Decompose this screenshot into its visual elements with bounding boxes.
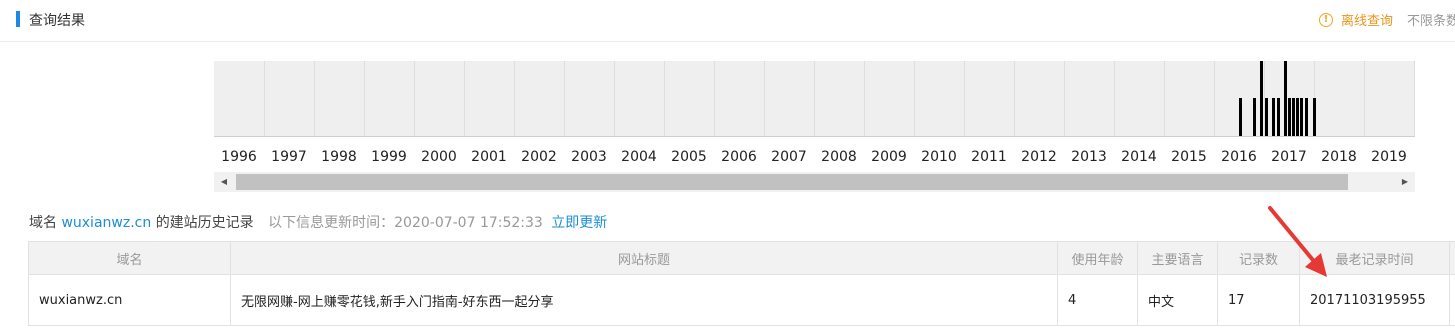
year-label[interactable]: 1997 — [264, 149, 314, 165]
year-label[interactable]: 2008 — [814, 149, 864, 165]
header-extra — [1449, 241, 1455, 275]
cell-language: 中文 — [1137, 274, 1218, 326]
cell-age: 4 — [1057, 274, 1138, 326]
timeline-bar[interactable] — [1253, 98, 1256, 136]
timeline-gridline — [964, 61, 965, 136]
year-label[interactable]: 2018 — [1314, 149, 1364, 165]
timeline-gridline — [264, 61, 265, 136]
year-label[interactable]: 2001 — [464, 149, 514, 165]
table-header-row: 域名 网站标题 使用年龄 主要语言 记录数 最老记录时间 — [28, 241, 1455, 275]
timeline-year-axis: 1996 1997 1998 1999 2000 2001 2002 2003 2004 2005… — [214, 149, 1415, 169]
title-accent-bar — [16, 11, 20, 27]
timeline-gridline — [364, 61, 365, 136]
table-row: wuxianwz.cn 无限网赚-网上赚零花钱,新手入门指南-好东西一起分享 4… — [28, 274, 1455, 326]
header-title: 网站标题 — [230, 241, 1058, 275]
header-age: 使用年龄 — [1057, 241, 1138, 275]
cell-domain: wuxianwz.cn — [28, 274, 231, 326]
results-header: 查询结果 ! 离线查询 不限条数 — [0, 0, 1455, 42]
info-suffix: 的建站历史记录 — [155, 215, 254, 231]
timeline-gridline — [464, 61, 465, 136]
timeline-gridline — [1364, 61, 1365, 136]
timeline-bar[interactable] — [1277, 98, 1280, 136]
timeline-gridline — [764, 61, 765, 136]
domain-link[interactable]: wuxianwz.cn — [61, 215, 151, 231]
year-label[interactable]: 1996 — [214, 149, 264, 165]
timeline-bar[interactable] — [1313, 98, 1316, 136]
timeline-gridline — [1114, 61, 1115, 136]
info-prefix: 域名 — [29, 215, 57, 231]
timeline-gridline — [664, 61, 665, 136]
unlimited-label: 不限条数 — [1407, 14, 1455, 29]
timeline-gridline — [414, 61, 415, 136]
offline-query-label: 离线查询 — [1341, 14, 1394, 29]
year-label[interactable]: 1999 — [364, 149, 414, 165]
warning-icon: ! — [1319, 12, 1333, 27]
timeline-bar[interactable] — [1292, 98, 1295, 136]
year-label[interactable]: 2012 — [1014, 149, 1064, 165]
timeline-gridline — [714, 61, 715, 136]
timeline-bar[interactable] — [1305, 98, 1308, 136]
timeline-gridline — [864, 61, 865, 136]
timeline-gridline — [564, 61, 565, 136]
history-info-line: 域名 wuxianwz.cn 的建站历史记录 以下信息更新时间：2020-07-… — [29, 212, 607, 232]
timeline-gridline — [914, 61, 915, 136]
header-language: 主要语言 — [1137, 241, 1218, 275]
timeline-bar[interactable] — [1265, 98, 1268, 136]
timeline-bar[interactable] — [1239, 98, 1242, 136]
year-label[interactable]: 2009 — [864, 149, 914, 165]
timeline-gridline — [1064, 61, 1065, 136]
timeline-scrollbar[interactable]: ◀ ▶ — [214, 172, 1415, 192]
year-label[interactable]: 2010 — [914, 149, 964, 165]
history-table: 域名 网站标题 使用年龄 主要语言 记录数 最老记录时间 wuxianwz.cn… — [28, 241, 1455, 326]
timeline-bar[interactable] — [1296, 98, 1299, 136]
year-label[interactable]: 2000 — [414, 149, 464, 165]
timeline-bar[interactable] — [1300, 98, 1303, 136]
update-time: 以下信息更新时间：2020-07-07 17:52:33 — [268, 215, 543, 231]
year-label[interactable]: 2014 — [1114, 149, 1164, 165]
year-label[interactable]: 2013 — [1064, 149, 1114, 165]
timeline-bar[interactable] — [1288, 98, 1291, 136]
history-timeline — [214, 61, 1415, 137]
red-arrow-icon — [1268, 206, 1327, 277]
timeline-gridline — [1014, 61, 1015, 136]
arrow-right-icon[interactable]: ▶ — [1395, 172, 1415, 192]
timeline-gridline — [1214, 61, 1215, 136]
timeline-gridline — [314, 61, 315, 136]
year-label[interactable]: 2003 — [564, 149, 614, 165]
year-label[interactable]: 2004 — [614, 149, 664, 165]
year-label[interactable]: 2007 — [764, 149, 814, 165]
cell-extra — [1449, 274, 1455, 326]
year-label[interactable]: 2011 — [964, 149, 1014, 165]
timeline-gridline — [614, 61, 615, 136]
year-label[interactable]: 2017 — [1264, 149, 1314, 165]
year-label[interactable]: 2002 — [514, 149, 564, 165]
year-label[interactable]: 1998 — [314, 149, 364, 165]
timeline-bar[interactable] — [1284, 61, 1287, 136]
timeline-gridline — [514, 61, 515, 136]
year-label[interactable]: 2006 — [714, 149, 764, 165]
offline-query-link[interactable]: ! 离线查询 — [1319, 10, 1393, 29]
scrollbar-thumb[interactable] — [236, 174, 1348, 190]
cell-title: 无限网赚-网上赚零花钱,新手入门指南-好东西一起分享 — [230, 274, 1058, 326]
timeline-bar[interactable] — [1272, 98, 1275, 136]
header-domain: 域名 — [28, 241, 231, 275]
year-label[interactable]: 2019 — [1364, 149, 1414, 165]
year-label[interactable]: 2005 — [664, 149, 714, 165]
year-label[interactable]: 2016 — [1214, 149, 1264, 165]
timeline-gridline — [814, 61, 815, 136]
arrow-left-icon[interactable]: ◀ — [214, 172, 234, 192]
page-title: 查询结果 — [29, 13, 85, 29]
timeline-gridline — [1414, 61, 1415, 136]
timeline-bar[interactable] — [1260, 61, 1263, 136]
year-label[interactable]: 2015 — [1164, 149, 1214, 165]
timeline-gridline — [1164, 61, 1165, 136]
update-now-link[interactable]: 立即更新 — [551, 215, 607, 231]
